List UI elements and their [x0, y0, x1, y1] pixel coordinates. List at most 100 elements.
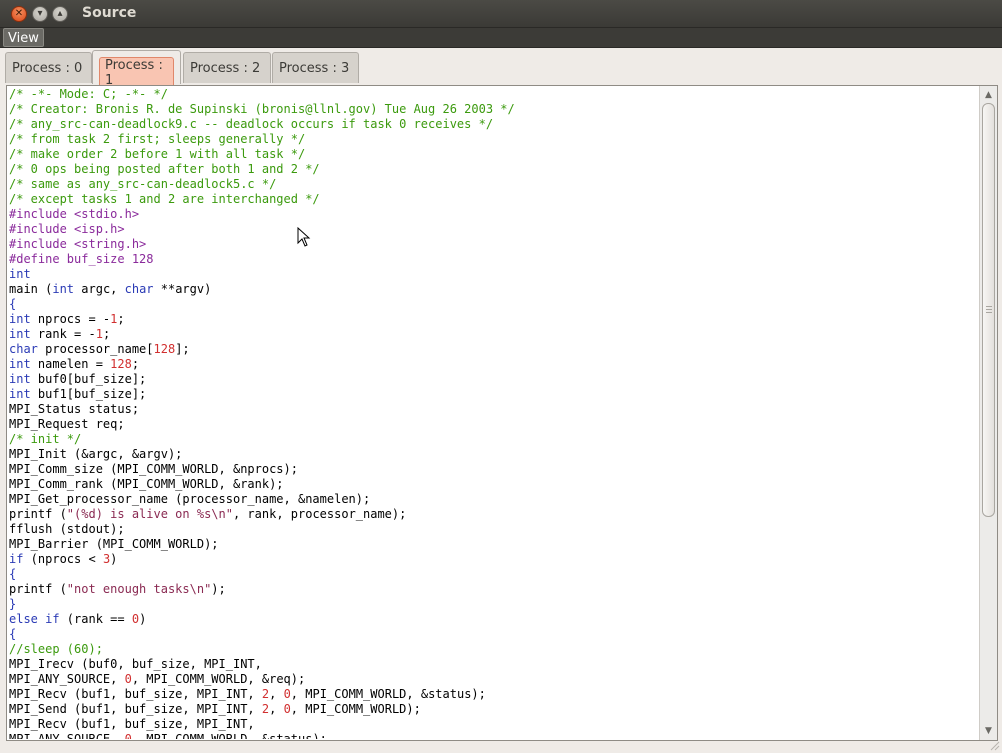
code-token: 1	[95, 327, 103, 341]
code-line: else if (rank == 0)	[9, 612, 979, 627]
code-token: #include <string.h>	[9, 237, 147, 251]
code-line: int buf0[buf_size];	[9, 372, 979, 387]
code-line: MPI_Recv (buf1, buf_size, MPI_INT,	[9, 717, 979, 732]
code-token: MPI_Request req;	[9, 417, 125, 431]
code-token: 128	[110, 357, 132, 371]
code-token: MPI_Comm_rank (MPI_COMM_WORLD, &rank);	[9, 477, 284, 491]
code-line: int nprocs = -1;	[9, 312, 979, 327]
code-token: #include <isp.h>	[9, 222, 125, 236]
tab-process-3[interactable]: Process : 3	[272, 52, 359, 83]
code-token: fflush (stdout);	[9, 522, 125, 536]
title-bar: ✕ ▾ ▴ Source	[0, 0, 1002, 28]
mouse-pointer-icon	[297, 227, 311, 247]
code-token: printf (	[9, 507, 67, 521]
code-token: buf0[buf_size];	[30, 372, 147, 386]
tab-label: Process : 2	[190, 60, 261, 76]
code-token: MPI_Get_processor_name (processor_name, …	[9, 492, 371, 506]
code-token: //sleep (60);	[9, 642, 103, 656]
code-line: MPI_Comm_size (MPI_COMM_WORLD, &nprocs);	[9, 462, 979, 477]
window-title: Source	[82, 5, 137, 21]
code-token: ];	[175, 342, 190, 356]
menu-view[interactable]: View	[3, 28, 44, 47]
code-token: /* any_src-can-deadlock9.c -- deadlock o…	[9, 117, 494, 131]
code-line: #include <isp.h>	[9, 222, 979, 237]
tab-label: Process : 0	[12, 60, 83, 76]
code-line: }	[9, 597, 979, 612]
source-code[interactable]: /* -*- Mode: C; -*- *//* Creator: Bronis…	[9, 87, 979, 739]
maximize-icon[interactable]: ▴	[52, 6, 68, 22]
code-token: {	[9, 627, 17, 641]
code-line: MPI_Irecv (buf0, buf_size, MPI_INT,	[9, 657, 979, 672]
code-line: char processor_name[128];	[9, 342, 979, 357]
code-token: int	[9, 267, 31, 281]
code-line: MPI_Comm_rank (MPI_COMM_WORLD, &rank);	[9, 477, 979, 492]
code-token: #define buf_size 128	[9, 252, 154, 266]
code-token: else if	[9, 612, 60, 626]
code-line: //sleep (60);	[9, 642, 979, 657]
code-line: /* 0 ops being posted after both 1 and 2…	[9, 162, 979, 177]
code-token: 0	[124, 672, 132, 686]
tab-process-2[interactable]: Process : 2	[183, 52, 271, 83]
code-token: MPI_Recv (buf1, buf_size, MPI_INT,	[9, 717, 255, 731]
code-token: )	[139, 612, 147, 626]
code-token: "not enough tasks\n"	[66, 582, 212, 596]
code-token: int	[9, 327, 31, 341]
tab-process-1[interactable]: Process : 1	[92, 50, 181, 89]
code-line: #include <stdio.h>	[9, 207, 979, 222]
code-token: ;	[117, 312, 125, 326]
grip-icon	[986, 306, 992, 313]
code-line: MPI_Barrier (MPI_COMM_WORLD);	[9, 537, 979, 552]
code-token: }	[9, 597, 17, 611]
code-token: /* Creator: Bronis R. de Supinski (broni…	[9, 102, 515, 116]
code-line: printf ("(%d) is alive on %s\n", rank, p…	[9, 507, 979, 522]
code-token: MPI_ANY_SOURCE,	[9, 672, 125, 686]
code-token: /* same as any_src-can-deadlock5.c */	[9, 177, 277, 191]
code-token: {	[9, 567, 17, 581]
code-token: (nprocs <	[23, 552, 103, 566]
code-token: /* make order 2 before 1 with all task *…	[9, 147, 306, 161]
scroll-down-icon[interactable]: ▼	[980, 724, 997, 738]
code-line: /* -*- Mode: C; -*- */	[9, 87, 979, 102]
vertical-scrollbar[interactable]: ▲ ▼	[979, 86, 997, 740]
menu-bar: View	[0, 28, 1002, 48]
code-token: int	[9, 372, 31, 386]
code-line: main (int argc, char **argv)	[9, 282, 979, 297]
code-token: int	[9, 387, 31, 401]
resize-grip-icon[interactable]	[990, 741, 1000, 751]
code-token: (rank ==	[59, 612, 132, 626]
code-token: MPI_Init (&argc, &argv);	[9, 447, 183, 461]
code-token: printf (	[9, 582, 67, 596]
code-token: processor_name[	[37, 342, 154, 356]
scroll-up-icon[interactable]: ▲	[980, 88, 997, 102]
code-line: fflush (stdout);	[9, 522, 979, 537]
scroll-thumb[interactable]	[982, 103, 995, 517]
code-token: {	[9, 297, 17, 311]
source-view[interactable]: /* -*- Mode: C; -*- *//* Creator: Bronis…	[6, 85, 998, 741]
code-token: , MPI_COMM_WORLD);	[290, 702, 421, 716]
minimize-icon[interactable]: ▾	[32, 6, 48, 22]
code-token: 0	[131, 612, 140, 626]
code-token: MPI_Irecv (buf0, buf_size, MPI_INT,	[9, 657, 262, 671]
code-token: ,	[269, 702, 284, 716]
code-line: int buf1[buf_size];	[9, 387, 979, 402]
code-token: **argv)	[153, 282, 212, 296]
code-token: MPI_ANY_SOURCE,	[9, 732, 125, 739]
code-token: )	[110, 552, 118, 566]
code-token: 0	[283, 702, 291, 716]
code-token: int	[52, 282, 75, 296]
code-line: int rank = -1;	[9, 327, 979, 342]
code-token: ;	[102, 327, 111, 341]
code-token: 0	[124, 732, 132, 739]
code-line: MPI_Init (&argc, &argv);	[9, 447, 979, 462]
code-token: argc,	[74, 282, 125, 296]
close-icon[interactable]: ✕	[11, 6, 27, 22]
code-token: , rank, processor_name);	[232, 507, 407, 521]
tab-process-0[interactable]: Process : 0	[5, 52, 92, 83]
code-line: /* init */	[9, 432, 979, 447]
code-token: char	[124, 282, 154, 296]
code-line: /* Creator: Bronis R. de Supinski (broni…	[9, 102, 979, 117]
code-token: /* init */	[9, 432, 82, 446]
code-token: , MPI_COMM_WORLD, &status);	[131, 732, 327, 739]
tab-label: Process : 3	[279, 60, 350, 76]
code-token: /* 0 ops being posted after both 1 and 2…	[9, 162, 320, 176]
